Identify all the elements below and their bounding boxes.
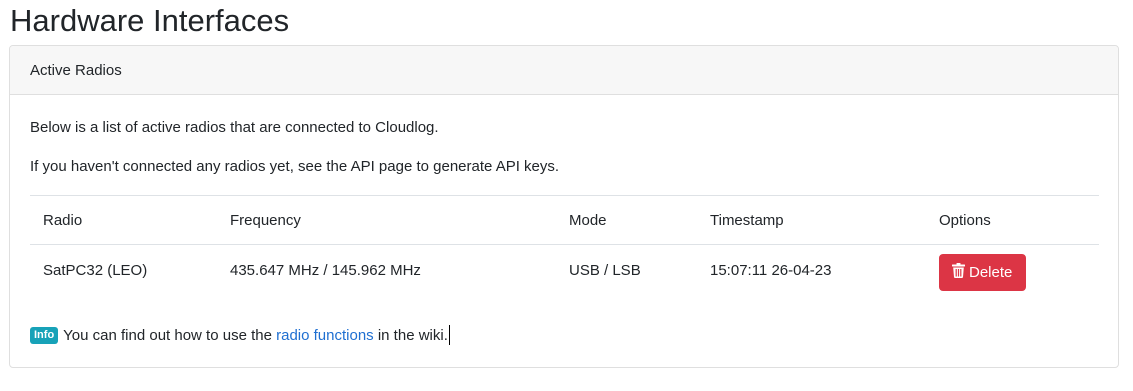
info-badge: Info: [30, 326, 59, 344]
delete-button[interactable]: Delete: [939, 254, 1027, 291]
info-line: Info You can find out how to use the rad…: [30, 325, 450, 345]
column-header-timestamp: Timestamp: [710, 211, 784, 229]
column-header-frequency: Frequency: [230, 211, 301, 229]
intro-text: Below is a list of active radios that ar…: [30, 119, 439, 136]
page-title: Hardware Interfaces: [10, 3, 290, 38]
radio-functions-link[interactable]: radio functions: [276, 327, 374, 344]
cell-mode: USB / LSB: [569, 262, 641, 279]
card-header-title: Active Radios: [30, 61, 122, 79]
text-cursor: [448, 325, 450, 345]
column-header-radio: Radio: [43, 211, 83, 229]
cell-frequency: 435.647 MHz / 145.962 MHz: [230, 262, 421, 279]
card-header: Active Radios: [10, 46, 1118, 95]
cell-timestamp: 15:07:11 26-04-23: [710, 262, 832, 279]
hint-text: If you haven't connected any radios yet,…: [30, 158, 560, 175]
cell-radio: SatPC32 (LEO): [43, 262, 148, 279]
delete-button-label: Delete: [969, 264, 1013, 281]
table-header-row: Radio Frequency Mode Timestamp Options: [30, 195, 1099, 244]
radios-table: Radio Frequency Mode Timestamp Options S…: [30, 195, 1099, 296]
info-text-before: You can find out how to use the: [63, 326, 277, 344]
column-header-options: Options: [939, 211, 991, 229]
table-row: SatPC32 (LEO) 435.647 MHz / 145.962 MHz …: [30, 244, 1099, 296]
active-radios-card: Active Radios Below is a list of active …: [9, 45, 1119, 368]
trash-icon: [952, 263, 965, 282]
cell-options: Delete: [926, 252, 1099, 291]
info-text-after: in the wiki.: [373, 326, 448, 344]
column-header-mode: Mode: [569, 211, 607, 229]
